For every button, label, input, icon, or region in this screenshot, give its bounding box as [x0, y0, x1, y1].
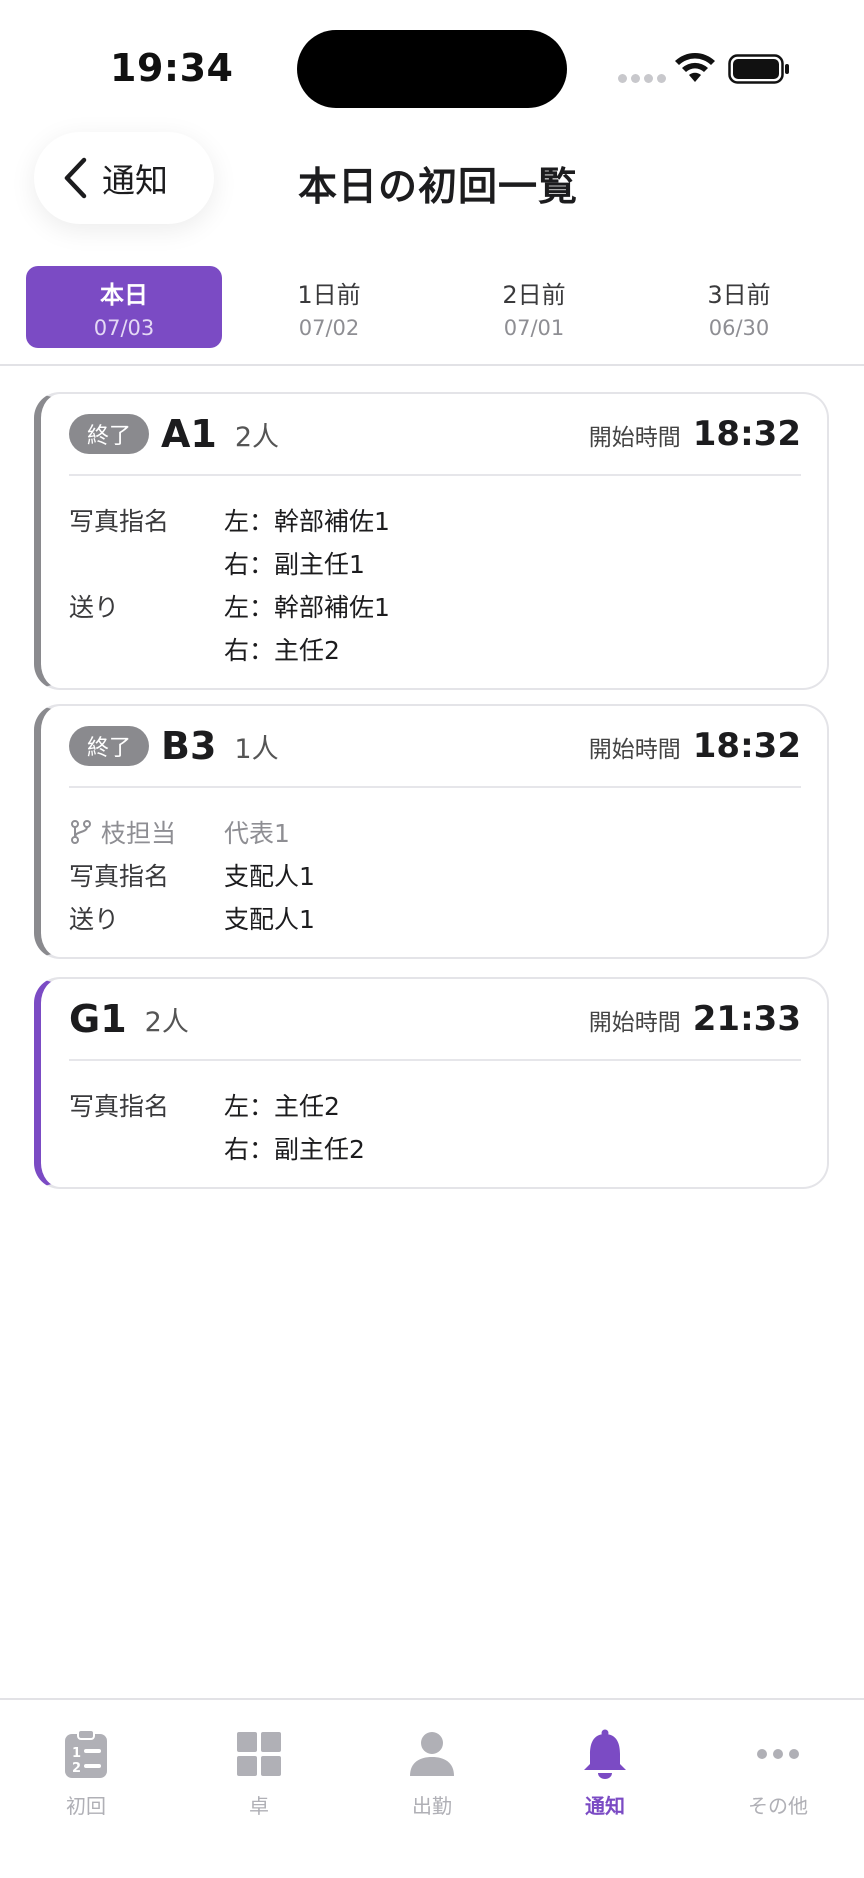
bell-icon	[584, 1729, 626, 1779]
tab-label: 本日	[100, 280, 148, 309]
detail-row: 写真指名 左：幹部補佐1	[69, 498, 801, 541]
branch-icon	[71, 819, 91, 844]
grid-icon	[237, 1732, 281, 1776]
detail-value: 左：幹部補佐1	[224, 506, 390, 536]
start-time-group: 開始時間 21:33	[589, 999, 801, 1039]
detail-value: 右：主任2	[224, 635, 340, 665]
detail-value: 左：幹部補佐1	[224, 592, 390, 622]
people-count: 2人	[234, 421, 280, 453]
nav-item-table[interactable]: 卓	[199, 1728, 319, 1819]
table-number: G1	[69, 997, 127, 1041]
clipboard-list-icon: 1 2	[65, 1729, 107, 1778]
detail-value: 右：副主任1	[224, 549, 365, 579]
card-body: 写真指名 左：幹部補佐1 右：副主任1 送り 左：幹部補佐1 右：主任2	[69, 476, 801, 688]
detail-value: 支配人1	[224, 904, 315, 934]
tab-label: 3日前	[707, 280, 771, 309]
nav-item-attendance[interactable]: 出勤	[372, 1728, 492, 1819]
detail-value: 右：副主任2	[224, 1134, 365, 1164]
bottom-nav: 1 2 初回 卓 出勤 通知 その他	[0, 1698, 864, 1878]
detail-key: 写真指名	[69, 1091, 170, 1121]
detail-value: 代表1	[224, 818, 290, 848]
detail-key: 送り	[69, 592, 120, 622]
start-time: 18:32	[692, 726, 801, 766]
back-button-label: 通知	[102, 161, 168, 200]
status-bar: 19:34	[0, 0, 864, 120]
nav-item-notifications[interactable]: 通知	[545, 1728, 665, 1819]
detail-key: 枝担当	[69, 814, 224, 850]
detail-row: 写真指名 支配人1	[69, 853, 801, 896]
people-count: 2人	[144, 1006, 189, 1038]
back-button[interactable]: 通知	[34, 132, 214, 224]
date-tabs: 本日 07/03 1日前 07/02 2日前 07/01 3日前 06/30	[0, 266, 864, 366]
start-time: 21:33	[692, 999, 801, 1039]
chevron-left-icon	[64, 157, 87, 199]
nav-item-first-visit[interactable]: 1 2 初回	[26, 1728, 146, 1819]
session-card-a1[interactable]: 終了 A1 2人 開始時間 18:32 写真指名 左：幹部補佐1 右：副主任1 …	[34, 392, 829, 690]
detail-row: 送り 支配人1	[69, 896, 801, 939]
tab-date: 07/02	[298, 315, 360, 340]
status-time: 19:34	[110, 46, 234, 90]
start-time: 18:32	[692, 414, 801, 454]
page-title: 本日の初回一覧	[298, 165, 579, 210]
session-card-g1[interactable]: G1 2人 開始時間 21:33 写真指名 左：主任2 右：副主任2	[34, 977, 829, 1189]
tab-1-day-ago[interactable]: 1日前 07/02	[231, 266, 427, 348]
more-dots-icon	[757, 1749, 799, 1759]
detail-row: 写真指名 左：主任2	[69, 1083, 801, 1126]
start-time-group: 開始時間 18:32	[589, 414, 801, 454]
nav-label: 初回	[66, 1794, 106, 1818]
card-header: G1 2人 開始時間 21:33	[69, 979, 801, 1061]
tab-2-days-ago[interactable]: 2日前 07/01	[436, 266, 632, 348]
nav-label: 通知	[585, 1794, 625, 1818]
tab-label: 2日前	[502, 280, 566, 309]
detail-key: 送り	[69, 904, 120, 934]
detail-key: 写真指名	[69, 861, 170, 891]
detail-row: 右：副主任1	[69, 541, 801, 584]
session-card-b3[interactable]: 終了 B3 1人 開始時間 18:32 枝担当 代表1 写真指名 支配人1 送り…	[34, 704, 829, 959]
branch-row: 枝担当 代表1	[69, 810, 801, 853]
nav-label: 出勤	[412, 1794, 452, 1818]
dynamic-island	[297, 30, 567, 108]
battery-icon	[728, 54, 789, 84]
tab-3-days-ago[interactable]: 3日前 06/30	[641, 266, 837, 348]
detail-key: 写真指名	[69, 506, 170, 536]
branch-key-label: 枝担当	[101, 818, 177, 848]
cellular-signal-icon	[618, 74, 666, 83]
tab-date: 06/30	[708, 315, 770, 340]
status-badge: 終了	[69, 726, 150, 766]
nav-label: 卓	[249, 1794, 269, 1818]
table-number: B3	[161, 724, 217, 768]
tab-date: 07/03	[93, 315, 155, 340]
nav-item-more[interactable]: その他	[718, 1728, 838, 1819]
card-body: 枝担当 代表1 写真指名 支配人1 送り 支配人1	[69, 788, 801, 957]
nav-label: その他	[748, 1794, 808, 1818]
detail-row: 右：副主任2	[69, 1126, 801, 1169]
tab-date: 07/01	[503, 315, 565, 340]
tab-today[interactable]: 本日 07/03	[26, 266, 222, 348]
start-time-label: 開始時間	[588, 425, 681, 451]
start-time-label: 開始時間	[588, 1010, 681, 1036]
detail-row: 送り 左：幹部補佐1	[69, 584, 801, 627]
person-icon	[410, 1732, 454, 1776]
tab-label: 1日前	[297, 280, 361, 309]
svg-text:1: 1	[72, 1746, 81, 1761]
start-time-label: 開始時間	[588, 737, 681, 763]
wifi-icon	[675, 53, 715, 82]
detail-value: 支配人1	[224, 861, 315, 891]
svg-text:2: 2	[72, 1761, 81, 1776]
status-badge: 終了	[69, 414, 150, 454]
card-body: 写真指名 左：主任2 右：副主任2	[69, 1061, 801, 1187]
table-number: A1	[161, 412, 217, 456]
detail-value: 左：主任2	[224, 1091, 340, 1121]
card-header: 終了 A1 2人 開始時間 18:32	[69, 394, 801, 476]
detail-row: 右：主任2	[69, 627, 801, 670]
start-time-group: 開始時間 18:32	[589, 726, 801, 766]
card-header: 終了 B3 1人 開始時間 18:32	[69, 706, 801, 788]
people-count: 1人	[234, 733, 279, 765]
